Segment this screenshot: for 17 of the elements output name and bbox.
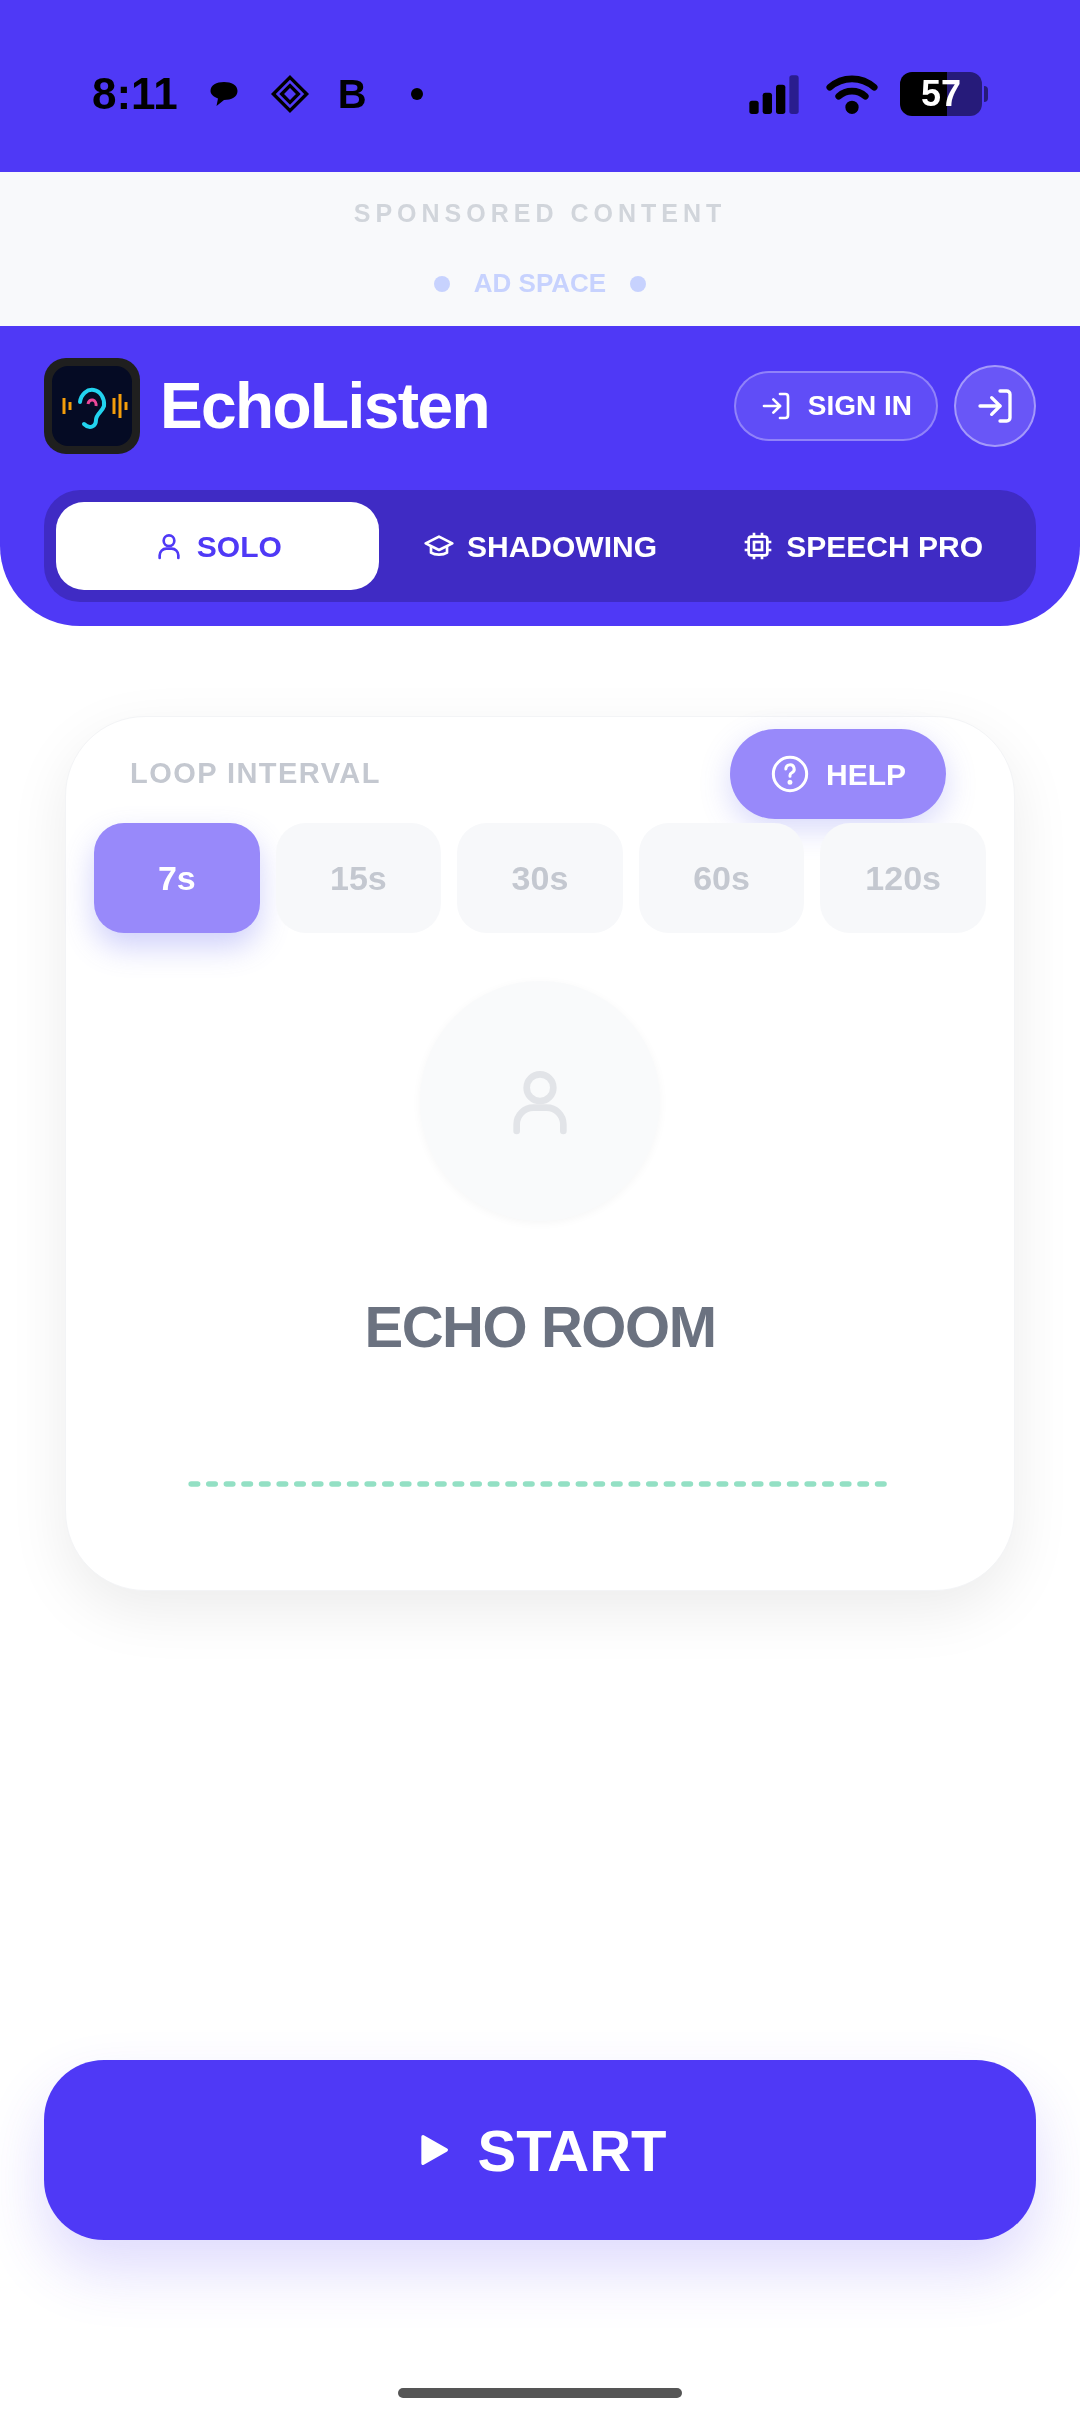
sign-in-button[interactable]: SIGN IN	[733, 371, 938, 441]
notification-letter: B	[337, 71, 367, 118]
start-button[interactable]: START	[44, 2060, 1036, 2240]
battery-indicator: 57	[900, 72, 988, 116]
mode-tab[interactable]: SOLO	[56, 502, 379, 590]
interval-option[interactable]: 7s	[94, 823, 260, 933]
app-title: EchoListen	[160, 369, 489, 444]
status-time: 8:11	[92, 68, 178, 120]
help-icon	[770, 754, 810, 794]
help-button[interactable]: HELP	[730, 729, 946, 819]
mode-tab[interactable]: SPEECH PRO	[701, 502, 1024, 590]
diamond-icon	[269, 74, 310, 114]
wifi-icon	[824, 74, 880, 114]
sign-in-icon	[975, 386, 1015, 426]
mode-tab[interactable]: SHADOWING	[378, 502, 702, 590]
echo-room-title: ECHO ROOM	[363, 1293, 717, 1361]
loop-interval-label: LOOP INTERVAL	[130, 756, 381, 792]
